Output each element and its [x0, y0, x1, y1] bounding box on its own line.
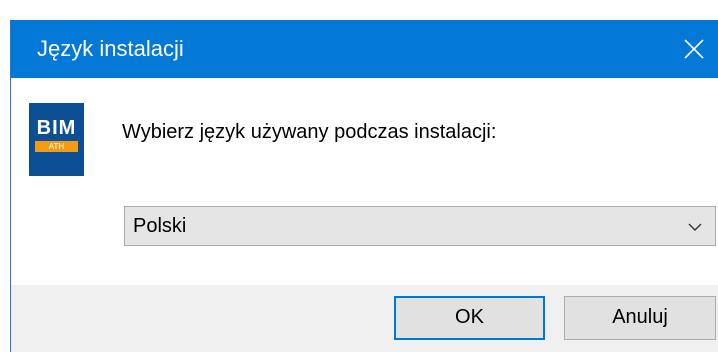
dialog-footer: OK Anuluj: [11, 285, 718, 352]
bim-ath-logo: BIM ATH: [29, 103, 84, 176]
title-bar[interactable]: Język instalacji: [11, 20, 718, 78]
language-prompt: Wybierz język używany podczas instalacji…: [122, 121, 497, 143]
close-icon: [684, 39, 704, 59]
logo-accent-bar: ATH: [35, 141, 78, 152]
logo-subtext: ATH: [48, 142, 65, 151]
installer-language-dialog: Język instalacji BIM ATH Wybierz język u…: [10, 20, 718, 352]
dialog-content: BIM ATH Wybierz język używany podczas in…: [11, 78, 718, 285]
ok-button[interactable]: OK: [394, 296, 545, 340]
chevron-down-icon: [688, 223, 702, 231]
window-title: Język instalacji: [37, 36, 184, 61]
close-button[interactable]: [664, 20, 718, 78]
language-select[interactable]: Polski: [124, 206, 716, 246]
cancel-button[interactable]: Anuluj: [564, 296, 716, 340]
language-select-value: Polski: [133, 215, 187, 237]
logo-text: BIM: [36, 117, 77, 139]
